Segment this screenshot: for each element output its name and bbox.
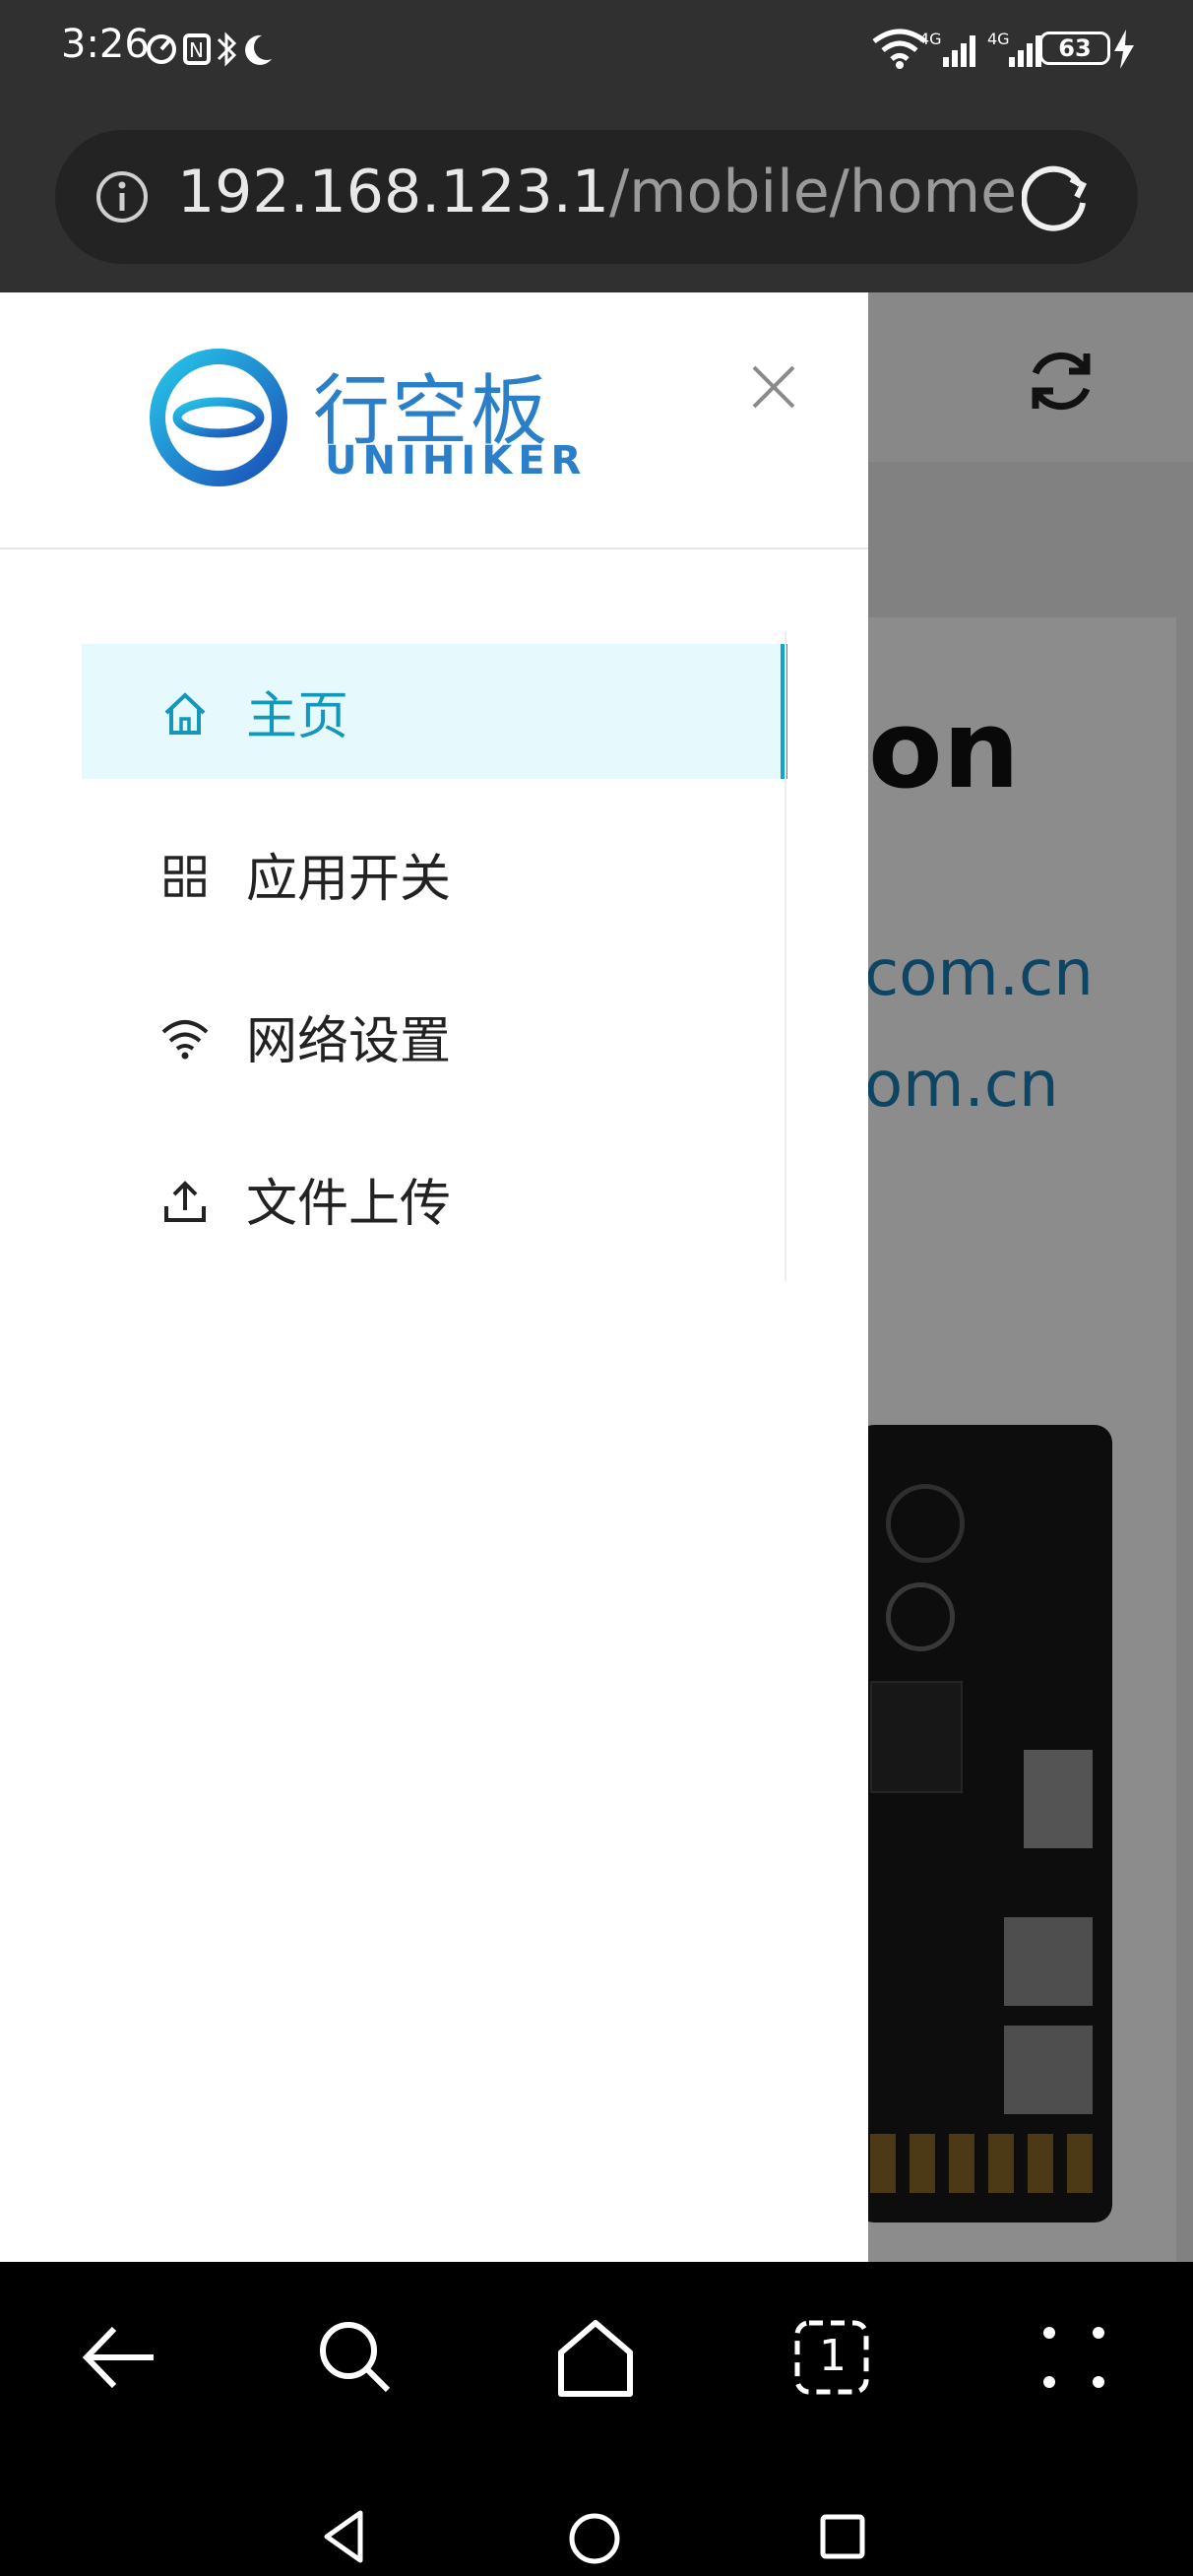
menu-item-file-upload[interactable]: 文件上传 (82, 1131, 787, 1266)
menu-item-home[interactable]: 主页 (82, 644, 787, 779)
info-icon[interactable] (94, 169, 150, 225)
navigation-drawer: 行空板 UNIHIKER 主页 应用开关 网络设置 文件上传 (0, 292, 868, 2262)
network-label-1: 4G (919, 30, 942, 48)
system-back-icon[interactable] (321, 2509, 370, 2564)
home-button-icon[interactable] (551, 2313, 640, 2402)
system-navigation-bar (0, 2432, 1193, 2576)
tabs-button[interactable]: 1 (787, 2313, 876, 2402)
menu-item-app-switch[interactable]: 应用开关 (82, 806, 787, 941)
system-home-icon[interactable] (567, 2511, 622, 2566)
grid-icon (164, 856, 206, 897)
menu-item-label: 主页 (246, 687, 349, 746)
url-text[interactable]: 192.168.123.1/mobile/home (177, 158, 1017, 226)
signal-icon-1 (943, 35, 975, 67)
menu-item-network-settings[interactable]: 网络设置 (82, 969, 787, 1104)
logo-latin-text: UNIHIKER (325, 438, 588, 483)
home-icon (164, 692, 206, 735)
close-icon[interactable] (748, 361, 799, 413)
charging-icon (1114, 30, 1134, 69)
battery-indicator: 63 (1039, 32, 1110, 65)
status-notification-icons: N (147, 32, 272, 67)
menu-divider (785, 631, 786, 1281)
menu-item-label: 应用开关 (246, 850, 452, 909)
upload-icon (164, 1181, 206, 1222)
drawer-menu: 主页 应用开关 网络设置 文件上传 (82, 644, 787, 1294)
url-host: 192.168.123.1 (177, 158, 609, 226)
url-path: /mobile/home (608, 158, 1017, 226)
unihiker-logo-icon (150, 349, 287, 486)
more-icon[interactable] (1030, 2313, 1118, 2402)
menu-item-label: 文件上传 (246, 1175, 452, 1234)
status-bar: 3:26 N 4G 4G 63 (0, 0, 1193, 98)
drawer-header: 行空板 UNIHIKER (0, 292, 868, 549)
wifi-icon (161, 1020, 209, 1060)
reload-icon[interactable] (1022, 163, 1091, 232)
svg-text:N: N (189, 38, 204, 62)
system-recents-icon[interactable] (819, 2513, 866, 2560)
search-icon[interactable] (311, 2313, 400, 2402)
back-arrow-icon[interactable] (75, 2313, 163, 2402)
network-label-2: 4G (987, 30, 1010, 48)
status-time: 3:26 (61, 22, 150, 67)
menu-item-label: 网络设置 (246, 1012, 452, 1071)
tab-count: 1 (819, 2331, 847, 2381)
